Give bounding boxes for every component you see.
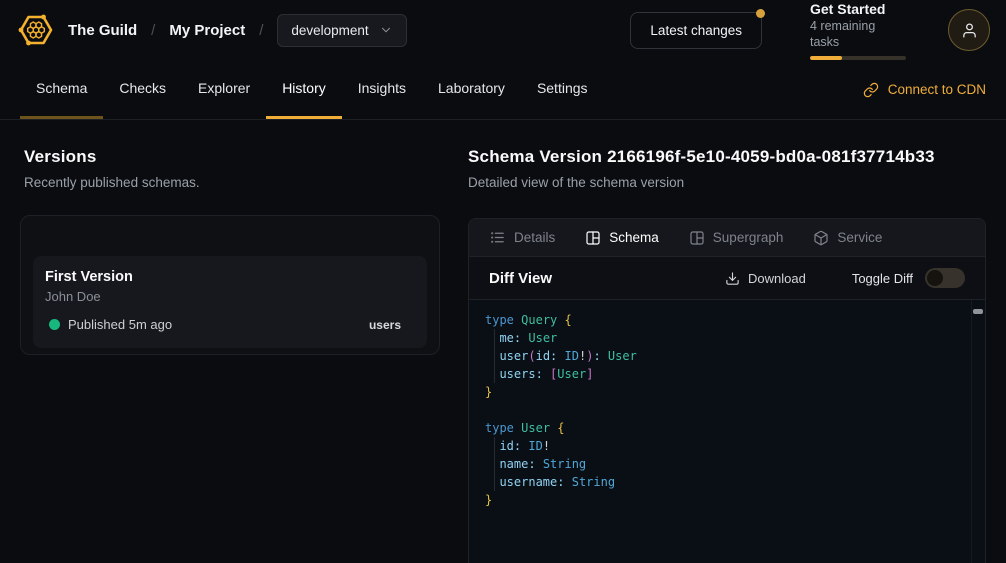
get-started-subtitle: 4 remaining tasks <box>810 18 906 50</box>
version-detail-panel: Schema Version 2166196f-5e10-4059-bd0a-0… <box>468 147 986 563</box>
code-line: type User { <box>469 419 985 437</box>
main-nav: SchemaChecksExplorerHistoryInsightsLabor… <box>0 60 1006 120</box>
chevron-down-icon <box>379 23 393 37</box>
diff-actions: Download Toggle Diff <box>725 268 965 288</box>
code-block: type Query { me: User user(id: ID!): Use… <box>469 311 985 509</box>
download-button[interactable]: Download <box>725 271 806 286</box>
code-line: username: String <box>469 473 985 491</box>
nav-tab-schema[interactable]: Schema <box>20 60 103 119</box>
code-line: type Query { <box>469 311 985 329</box>
toggle-diff-label: Toggle Diff <box>852 271 913 286</box>
latest-changes-button[interactable]: Latest changes <box>630 12 762 49</box>
tab-schema[interactable]: Schema <box>585 230 659 246</box>
connect-to-cdn-label: Connect to CDN <box>888 82 986 97</box>
nav-tab-checks[interactable]: Checks <box>103 60 182 119</box>
link-icon <box>863 82 879 98</box>
download-icon <box>725 271 740 286</box>
panels-icon <box>689 230 705 246</box>
tab-service[interactable]: Service <box>813 230 882 246</box>
breadcrumb-project[interactable]: My Project <box>169 22 245 39</box>
user-icon <box>961 22 978 39</box>
schema-version-title: Schema Version 2166196f-5e10-4059-bd0a-0… <box>468 147 986 167</box>
breadcrumb-org[interactable]: The Guild <box>68 22 137 39</box>
notification-dot <box>756 9 765 18</box>
scrollbar-thumb[interactable] <box>973 309 983 314</box>
schema-version-subtitle: Detailed view of the schema version <box>468 175 986 190</box>
code-line: user(id: ID!): User <box>469 347 985 365</box>
latest-changes-label: Latest changes <box>650 23 742 38</box>
toggle-diff-knob <box>927 270 943 286</box>
tab-label: Schema <box>609 230 659 245</box>
detail-tabs: Details Schema Supergraph Service <box>469 219 985 257</box>
nav-tab-explorer[interactable]: Explorer <box>182 60 266 119</box>
panels-icon <box>585 230 601 246</box>
breadcrumb-separator: / <box>259 22 263 39</box>
versions-title: Versions <box>24 147 444 167</box>
user-avatar[interactable] <box>948 9 990 51</box>
download-label: Download <box>748 271 806 286</box>
nav-tab-insights[interactable]: Insights <box>342 60 422 119</box>
top-header: The Guild / My Project / development Lat… <box>0 0 1006 60</box>
nav-tabs: SchemaChecksExplorerHistoryInsightsLabor… <box>20 60 604 119</box>
diff-view-title: Diff View <box>489 270 552 287</box>
schema-detail-card: Details Schema Supergraph Service Diff View… <box>468 218 986 563</box>
get-started-title: Get Started <box>810 1 906 18</box>
versions-list-card: First Version John Doe Published 5m ago … <box>20 215 440 355</box>
code-line: id: ID! <box>469 437 985 455</box>
get-started-widget[interactable]: Get Started 4 remaining tasks <box>810 1 906 60</box>
cube-icon <box>813 230 829 246</box>
get-started-progress-bar <box>810 56 906 60</box>
code-line: users: [User] <box>469 365 985 383</box>
scrollbar-track <box>971 300 972 563</box>
versions-panel: Versions Recently published schemas. Fir… <box>24 147 444 563</box>
nav-tab-history[interactable]: History <box>266 60 342 119</box>
list-icon <box>489 229 506 246</box>
service-badge: users <box>369 318 401 332</box>
breadcrumb-separator: / <box>151 22 155 39</box>
target-select[interactable]: development <box>277 14 406 47</box>
version-status-row: Published 5m ago users <box>45 317 411 332</box>
hive-logo-icon[interactable] <box>16 10 56 50</box>
tab-supergraph[interactable]: Supergraph <box>689 230 784 246</box>
code-line: } <box>469 383 985 401</box>
code-line: me: User <box>469 329 985 347</box>
schema-code-viewer[interactable]: type Query { me: User user(id: ID!): Use… <box>469 300 985 563</box>
published-status-dot <box>49 319 60 330</box>
tab-details[interactable]: Details <box>489 229 555 246</box>
target-select-value: development <box>291 23 368 38</box>
code-line: } <box>469 491 985 509</box>
versions-subtitle: Recently published schemas. <box>24 175 444 190</box>
version-title: First Version <box>45 269 411 285</box>
diff-view-header: Diff View Download Toggle Diff <box>469 257 985 300</box>
connect-to-cdn-link[interactable]: Connect to CDN <box>863 60 986 119</box>
code-line: name: String <box>469 455 985 473</box>
toggle-diff-switch[interactable] <box>925 268 965 288</box>
version-list-item[interactable]: First Version John Doe Published 5m ago … <box>33 256 427 348</box>
code-line <box>469 401 985 419</box>
tab-label: Details <box>514 230 555 245</box>
version-author: John Doe <box>45 289 411 304</box>
nav-tab-laboratory[interactable]: Laboratory <box>422 60 521 119</box>
published-status-text: Published 5m ago <box>68 317 172 332</box>
nav-tab-settings[interactable]: Settings <box>521 60 604 119</box>
get-started-progress-fill <box>810 56 842 60</box>
tab-label: Service <box>837 230 882 245</box>
main-content: Versions Recently published schemas. Fir… <box>0 120 1006 563</box>
tab-label: Supergraph <box>713 230 784 245</box>
